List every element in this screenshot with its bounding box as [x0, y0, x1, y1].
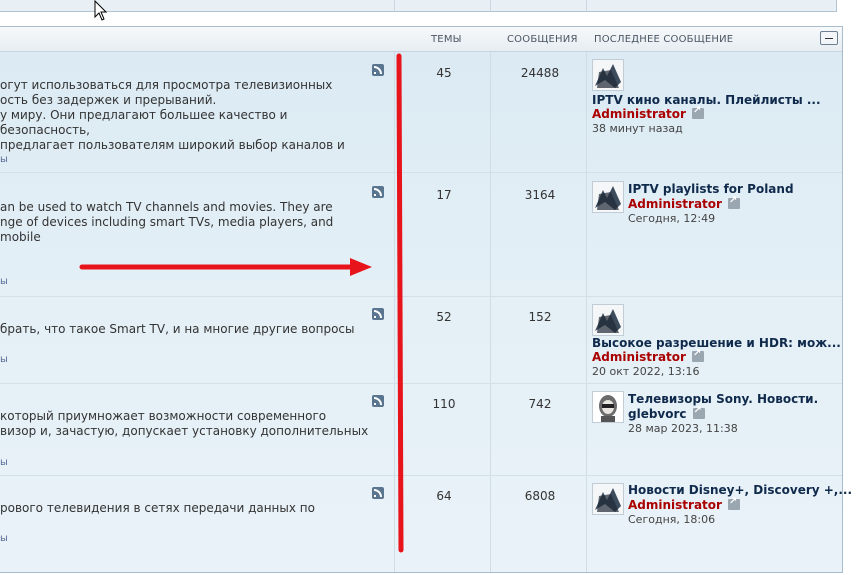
messages-count: 24488 [520, 66, 560, 80]
subforums-link[interactable]: ы [0, 533, 8, 544]
collapse-category-button[interactable] [820, 31, 838, 45]
last-post-title-link[interactable]: IPTV playlists for Poland [628, 182, 794, 196]
topics-count: 110 [432, 397, 456, 411]
avatar-image-icon [593, 392, 623, 422]
rss-feed-icon[interactable] [372, 186, 384, 198]
messages-count: 3164 [524, 188, 556, 202]
rss-feed-icon[interactable] [372, 308, 384, 320]
forum-row[interactable]: огут использоваться для просмотра телеви… [0, 52, 842, 173]
forum-description: брать, что такое Smart TV, и на многие д… [0, 322, 355, 336]
topics-count: 45 [436, 66, 452, 80]
last-post-title-link[interactable]: Высокое разрешение и HDR: мож... [592, 336, 841, 350]
last-post-time: Сегодня, 18:06 [628, 513, 716, 526]
header-last-post: ПОСЛЕДНЕЕ СООБЩЕНИЕ [594, 34, 734, 45]
rss-feed-icon[interactable] [372, 64, 384, 76]
last-post-author[interactable]: Administrator [592, 348, 704, 364]
topics-count: 52 [436, 310, 452, 324]
column-divider [394, 0, 395, 11]
messages-count: 6808 [524, 489, 556, 503]
mouse-cursor-icon [94, 0, 108, 21]
last-post-time: 38 минут назад [592, 122, 683, 135]
last-post-title-link[interactable]: IPTV кино каналы. Плейлисты ... [592, 93, 821, 107]
avatar-image-icon [593, 60, 623, 90]
messages-count: 152 [528, 310, 552, 324]
forum-description: an be used to watch TV channels and movi… [0, 200, 334, 244]
last-post-time: 28 мар 2023, 11:38 [628, 422, 738, 435]
header-messages: СООБЩЕНИЯ [507, 34, 578, 45]
user-avatar[interactable] [592, 304, 624, 336]
subforums-link[interactable]: ы [0, 354, 8, 365]
last-post-author[interactable]: Administrator [592, 105, 704, 121]
forum-table-header: ТЕМЫ СООБЩЕНИЯ ПОСЛЕДНЕЕ СООБЩЕНИЕ [0, 27, 842, 52]
forum-description: который приумножает возможности современ… [0, 409, 369, 438]
goto-last-post-icon[interactable] [727, 195, 740, 209]
user-avatar[interactable] [592, 59, 624, 91]
goto-last-post-icon[interactable] [727, 496, 740, 510]
rss-feed-icon[interactable] [372, 395, 384, 407]
messages-count: 742 [528, 397, 552, 411]
subforums-link[interactable]: ы [0, 276, 8, 287]
rss-feed-icon[interactable] [372, 487, 384, 499]
last-post-author[interactable]: glebvorc [628, 405, 705, 421]
forum-description: огут использоваться для просмотра телеви… [0, 78, 345, 152]
avatar-image-icon [593, 305, 623, 335]
subforums-link[interactable]: ы [0, 457, 8, 468]
avatar-image-icon [593, 484, 623, 514]
topics-count: 17 [436, 188, 452, 202]
forum-row[interactable]: рового телевидения в сетях передачи данн… [0, 475, 852, 575]
forum-row[interactable]: an be used to watch TV channels and movi… [0, 172, 842, 297]
user-avatar[interactable] [592, 391, 624, 423]
column-divider [490, 0, 491, 11]
last-post-author[interactable]: Administrator [628, 496, 740, 512]
avatar-image-icon [593, 182, 623, 212]
column-divider [586, 0, 587, 11]
goto-last-post-icon[interactable] [692, 405, 705, 419]
forum-description: рового телевидения в сетях передачи данн… [0, 501, 315, 515]
forum-row[interactable]: брать, что такое Smart TV, и на многие д… [0, 296, 842, 384]
goto-last-post-icon[interactable] [691, 105, 704, 119]
user-avatar[interactable] [592, 483, 624, 515]
forum-row[interactable]: который приумножает возможности современ… [0, 383, 842, 476]
forum-category-block: ТЕМЫ СООБЩЕНИЯ ПОСЛЕДНЕЕ СООБЩЕНИЕ огут … [0, 26, 852, 575]
header-topics: ТЕМЫ [431, 34, 462, 45]
last-post-title-link[interactable]: Телевизоры Sony. Новости. [628, 392, 818, 406]
last-post-time: 20 окт 2022, 13:16 [592, 365, 700, 378]
topics-count: 64 [436, 489, 452, 503]
subforums-link[interactable]: ы [0, 154, 8, 165]
goto-last-post-icon[interactable] [691, 348, 704, 362]
user-avatar[interactable] [592, 181, 624, 213]
last-post-time: Сегодня, 12:49 [628, 212, 716, 225]
last-post-title-link[interactable]: Новости Disney+, Discovery +,... [628, 483, 852, 497]
last-post-author[interactable]: Administrator [628, 195, 740, 211]
previous-forum-block [0, 0, 837, 12]
